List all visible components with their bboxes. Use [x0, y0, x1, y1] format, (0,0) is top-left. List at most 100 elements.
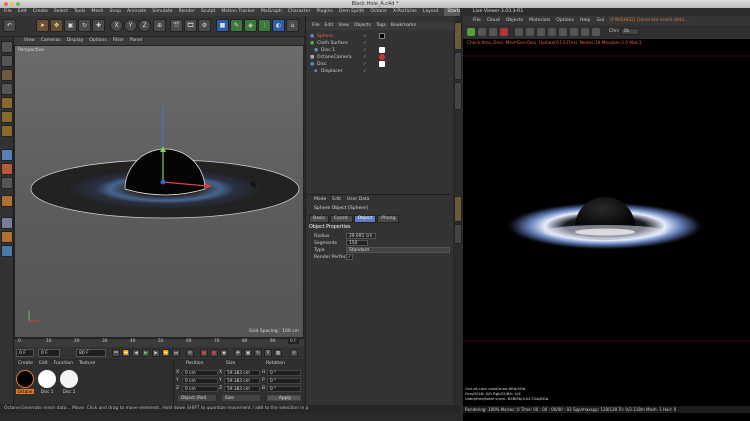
settings-icon[interactable]: [515, 28, 523, 36]
menu-simulate[interactable]: Simulate: [152, 8, 172, 16]
points-mode-icon[interactable]: [1, 97, 13, 109]
go-to-start-icon[interactable]: ⏮: [112, 349, 120, 357]
lv-menu-materials[interactable]: Materials: [529, 16, 550, 25]
previous-frame-icon[interactable]: ◀: [132, 349, 140, 357]
check-icon[interactable]: ✓: [363, 33, 367, 40]
close-icon[interactable]: [4, 2, 8, 6]
model-mode-icon[interactable]: [1, 55, 13, 67]
stop-icon[interactable]: [500, 28, 508, 36]
rot-h-field[interactable]: 0 °: [267, 370, 301, 376]
position-key-icon[interactable]: ✥: [234, 349, 242, 357]
select-tool-icon[interactable]: ➤: [36, 19, 49, 32]
tab-coord[interactable]: Coord.: [329, 215, 353, 223]
move-tool-icon[interactable]: ✥: [50, 19, 63, 32]
pick-material-icon[interactable]: [559, 28, 567, 36]
minimize-icon[interactable]: [10, 2, 14, 6]
camera-tag-icon[interactable]: [379, 54, 385, 60]
check-icon[interactable]: ✓: [363, 54, 367, 61]
channel-select[interactable]: DL: [621, 28, 639, 35]
check-icon[interactable]: ✓: [363, 68, 367, 75]
menu-snap[interactable]: Snap: [109, 8, 121, 16]
om-menu-view[interactable]: View: [338, 22, 349, 30]
nurbs-icon[interactable]: ◈: [244, 19, 257, 32]
coordinate-mode-select[interactable]: Object (Rel): [178, 395, 216, 401]
lv-menu-file[interactable]: File: [473, 16, 481, 25]
snap-icon[interactable]: [1, 177, 13, 189]
region-icon[interactable]: [537, 28, 545, 36]
lv-menu-help[interactable]: Help: [580, 16, 590, 25]
layout-select[interactable]: Startup: [444, 8, 460, 16]
next-frame-icon[interactable]: ▶: [152, 349, 160, 357]
menu-octane[interactable]: Octane: [370, 8, 387, 16]
vp-menu-cameras[interactable]: Cameras: [41, 37, 61, 45]
restart-render-icon[interactable]: [478, 28, 486, 36]
attr-menu-mode[interactable]: Mode: [314, 197, 326, 202]
vp-menu-options[interactable]: Options: [89, 37, 106, 45]
scale-key-icon[interactable]: ▣: [244, 349, 252, 357]
size-y-field[interactable]: 59.383 cm: [224, 378, 260, 384]
menu-create[interactable]: Create: [33, 8, 48, 16]
material-swatch-octane[interactable]: [16, 370, 34, 388]
pos-x-field[interactable]: 0 cm: [182, 370, 218, 376]
pause-icon[interactable]: [489, 28, 497, 36]
current-frame-field[interactable]: 0 F: [38, 349, 60, 357]
render-view-icon[interactable]: 🎬: [170, 19, 183, 32]
go-to-end-icon[interactable]: ⏭: [172, 349, 180, 357]
play-icon[interactable]: ▶: [142, 349, 150, 357]
vp-menu-view[interactable]: View: [24, 37, 35, 45]
mat-menu-create[interactable]: Create: [18, 361, 33, 366]
side-tab-layers[interactable]: [454, 224, 462, 244]
y-axis-lock-icon[interactable]: Y: [124, 19, 137, 32]
type-select[interactable]: Standard: [346, 247, 450, 253]
autokey-icon[interactable]: ●: [210, 349, 218, 357]
sculpt-brush-icon[interactable]: [1, 231, 13, 243]
spline-pen-icon[interactable]: ✎: [230, 19, 243, 32]
check-icon[interactable]: ✓: [363, 40, 367, 47]
object-row-displacer[interactable]: ◆ Displacer ✓: [309, 68, 451, 75]
om-menu-tags[interactable]: Tags: [376, 22, 386, 30]
menu-tools[interactable]: Tools: [74, 8, 85, 16]
undo-icon[interactable]: ↶: [3, 19, 16, 32]
lv-menu-options[interactable]: Options: [556, 16, 574, 25]
pos-z-field[interactable]: 0 cm: [182, 386, 218, 392]
check-icon[interactable]: ✓: [363, 61, 367, 68]
menu-plugins[interactable]: Plugins: [316, 8, 332, 16]
menu-mesh[interactable]: Mesh: [91, 8, 103, 16]
lv-menu-cloud[interactable]: Cloud: [487, 16, 500, 25]
x-axis-lock-icon[interactable]: X: [110, 19, 123, 32]
menu-layout[interactable]: Layout: [423, 8, 439, 16]
rotate-tool-icon[interactable]: ↻: [78, 19, 91, 32]
material-swatch-disc-1[interactable]: [38, 370, 56, 388]
previous-key-icon[interactable]: ⏪: [122, 349, 130, 357]
texture-mode-icon[interactable]: [1, 69, 13, 81]
apply-button[interactable]: Apply: [267, 395, 301, 401]
vp-menu-display[interactable]: Display: [67, 37, 84, 45]
clay-mode-icon[interactable]: [592, 28, 600, 36]
radius-field[interactable]: 29.691 cm: [346, 233, 376, 239]
object-row-disc-1[interactable]: ● Disc 1 ✓: [309, 47, 451, 54]
loop-icon[interactable]: ⟲: [186, 349, 194, 357]
side-tab-content-browser[interactable]: [454, 52, 462, 80]
tab-basic[interactable]: Basic: [309, 215, 329, 223]
end-frame-field[interactable]: 80 F: [76, 349, 106, 357]
lv-menu-objects[interactable]: Objects: [506, 16, 523, 25]
film-region-icon[interactable]: [548, 28, 556, 36]
array-icon[interactable]: ⋮: [258, 19, 271, 32]
pla-key-icon[interactable]: ▦: [274, 349, 282, 357]
menu-character[interactable]: Character: [288, 8, 311, 16]
send-scene-icon[interactable]: [467, 28, 475, 36]
next-key-icon[interactable]: ⏩: [162, 349, 170, 357]
magnet-icon[interactable]: [1, 163, 13, 175]
side-tab-attributes[interactable]: [454, 196, 462, 222]
scale-tool-icon[interactable]: ▣: [64, 19, 77, 32]
grid-icon[interactable]: [1, 245, 13, 257]
attr-menu-edit[interactable]: Edit: [332, 197, 341, 202]
lv-menu-gui[interactable]: Gui: [596, 16, 604, 25]
attr-menu-user-data[interactable]: User Data: [347, 197, 369, 202]
menu-sculpt[interactable]: Sculpt: [201, 8, 215, 16]
om-menu-bookmarks[interactable]: Bookmarks: [391, 22, 416, 30]
render-perfect-checkbox[interactable]: ✓: [346, 254, 353, 260]
pick-white-balance-icon[interactable]: [581, 28, 589, 36]
om-menu-edit[interactable]: Edit: [325, 22, 334, 30]
menu-animate[interactable]: Animate: [127, 8, 146, 16]
